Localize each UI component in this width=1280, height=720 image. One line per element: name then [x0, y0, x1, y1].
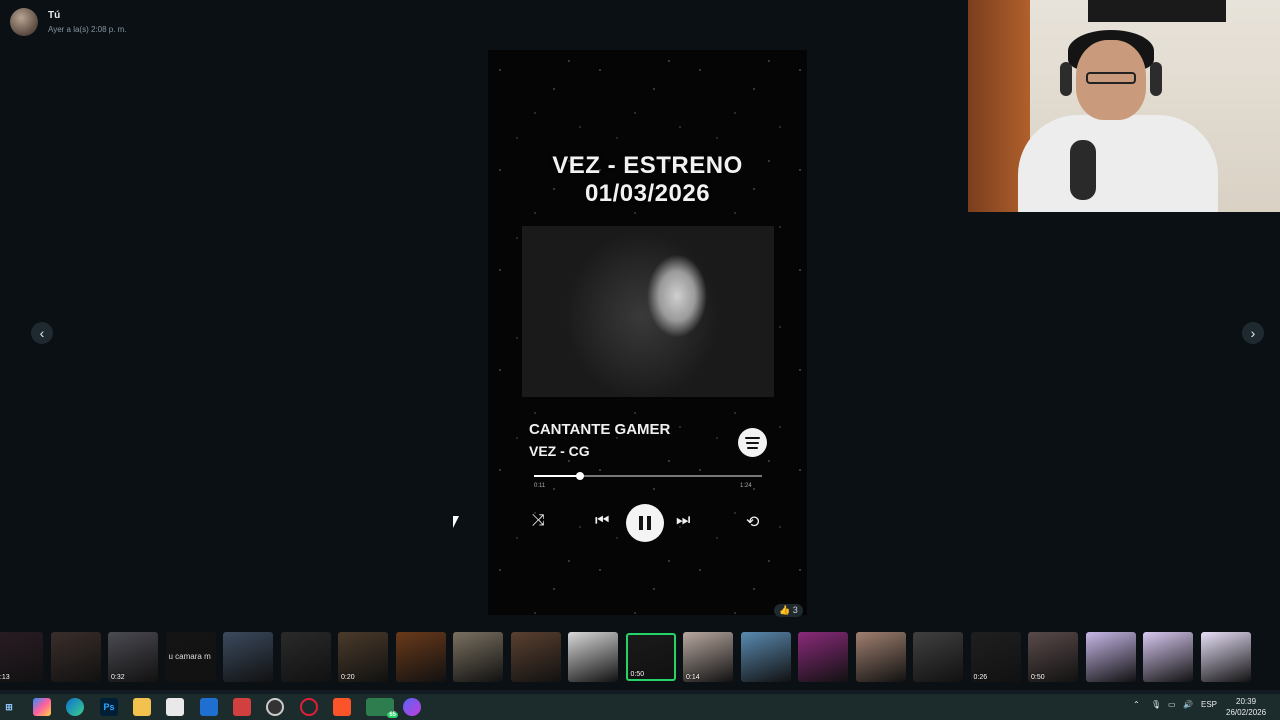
media-thumbnail[interactable] — [798, 632, 848, 682]
whatsapp-icon[interactable]: 65 — [366, 698, 398, 718]
media-thumbnail[interactable]: 1:13 — [0, 632, 43, 682]
chevron-right-icon: › — [1250, 325, 1256, 341]
media-thumbnail[interactable] — [50, 632, 101, 682]
media-thumbnail[interactable] — [1085, 632, 1136, 682]
microsoft-store-icon[interactable] — [166, 698, 184, 716]
calendar-icon[interactable] — [233, 698, 251, 716]
media-thumbnail[interactable] — [1200, 632, 1251, 682]
video-player[interactable]: VEZ - ESTRENO 01/03/2026 CANTANTE GAMER … — [488, 50, 807, 615]
avatar[interactable] — [10, 8, 38, 36]
file-explorer-icon[interactable] — [133, 698, 151, 716]
media-thumbnail[interactable] — [1143, 632, 1193, 682]
progress-fill — [534, 475, 580, 477]
clock-time: 20:39 — [1236, 697, 1257, 706]
input-language[interactable]: ESP — [1201, 700, 1217, 709]
network-icon[interactable]: ▭ — [1168, 700, 1176, 709]
media-thumbnail-strip: 1:13 0:32 u camara m 0:20 0:50 0:14 0:26 0:50 — [0, 630, 1280, 684]
webcam-overlay — [968, 0, 1280, 212]
shuffle-icon: ⤨ — [532, 512, 545, 529]
time-elapsed: 0:11 — [534, 483, 546, 489]
media-thumbnail[interactable]: 0:50 — [625, 633, 676, 681]
sender-name: Tú — [48, 10, 61, 21]
video-duration: 0:20 — [341, 674, 355, 681]
video-duration: 0:50 — [630, 671, 645, 678]
media-thumbnail[interactable] — [223, 632, 273, 682]
video-duration: 0:32 — [111, 674, 125, 681]
video-duration: 0:14 — [686, 674, 700, 681]
cover-photo — [522, 226, 774, 397]
next-track-icon: ⏭ — [676, 512, 691, 529]
media-thumbnail[interactable]: 0:32 — [108, 632, 158, 682]
artist-name: CANTANTE GAMER — [529, 421, 671, 438]
media-thumbnail[interactable] — [740, 632, 791, 682]
reaction-count: 3 — [792, 605, 798, 615]
video-duration: 1:13 — [0, 674, 10, 681]
unread-badge: 65 — [387, 712, 398, 718]
media-thumbnail[interactable] — [395, 632, 446, 682]
media-thumbnail[interactable] — [280, 632, 331, 682]
media-thumbnail[interactable]: 0:50 — [1028, 632, 1078, 682]
repeat-icon: ⟲ — [746, 514, 760, 531]
thumbs-up-icon: 👍 — [779, 605, 791, 615]
microphone-icon[interactable]: 🎙 — [1151, 700, 1161, 709]
next-media-button[interactable]: › — [1242, 322, 1264, 344]
pause-icon — [626, 504, 664, 542]
media-thumbnail[interactable]: 0:20 — [338, 632, 388, 682]
show-hidden-icons[interactable]: ⌃ — [1133, 700, 1140, 709]
steam-icon[interactable] — [266, 698, 284, 716]
discord-icon[interactable] — [403, 698, 421, 716]
volume-icon[interactable]: 🔊 — [1183, 700, 1193, 709]
edge-icon[interactable] — [66, 698, 84, 716]
song-progress-bar — [534, 472, 762, 480]
media-thumbnail[interactable] — [913, 632, 963, 682]
video-duration: 0:26 — [973, 674, 988, 681]
sender-info: Tú Ayer a la(s) 2:08 p. m. — [10, 8, 127, 36]
media-thumbnail[interactable] — [855, 632, 906, 682]
previous-track-icon: ⏮ — [595, 512, 610, 529]
outlook-icon[interactable] — [200, 698, 218, 716]
spotify-logo-icon — [738, 428, 767, 457]
system-clock[interactable]: 20:39 26/02/2026 — [1226, 696, 1266, 718]
thumbnail-caption: u camara m — [168, 652, 211, 661]
mouse-cursor-icon — [453, 516, 459, 528]
player-controls: ⤨ ⏮ ⏭ ⟲ — [488, 502, 807, 542]
windows-taskbar: ⊞ Ps 65 ⌃ 🎙 ▭ 🔊 ESP 20:39 26/02/2026 — [0, 694, 1280, 720]
media-thumbnail[interactable]: 0:14 — [683, 632, 733, 682]
start-menu-icon[interactable]: ⊞ — [0, 698, 18, 716]
progress-knob — [575, 472, 584, 480]
previous-media-button[interactable]: ‹ — [31, 322, 53, 344]
media-thumbnail[interactable] — [568, 632, 618, 682]
media-thumbnail[interactable] — [510, 632, 561, 682]
media-thumbnail[interactable]: 0:26 — [970, 632, 1021, 682]
opera-icon[interactable] — [300, 698, 318, 716]
release-date: 01/03/2026 — [584, 180, 711, 207]
time-total: 1:24 — [740, 483, 752, 489]
copilot-icon[interactable] — [33, 698, 51, 716]
release-title: VEZ - ESTRENO — [552, 152, 743, 179]
media-thumbnail[interactable]: u camara m — [165, 632, 216, 682]
media-viewer: Tú Ayer a la(s) 2:08 p. m. ‹ › VEZ - EST… — [0, 0, 1280, 690]
video-duration: 0:50 — [1031, 674, 1045, 681]
media-thumbnail[interactable] — [453, 632, 503, 682]
reaction-badge[interactable]: 👍 3 — [774, 604, 803, 617]
chevron-left-icon: ‹ — [39, 325, 45, 341]
track-name: VEZ - CG — [529, 443, 590, 459]
clock-date: 26/02/2026 — [1226, 708, 1267, 717]
photoshop-icon[interactable]: Ps — [100, 698, 118, 716]
brave-icon[interactable] — [333, 698, 351, 716]
message-timestamp: Ayer a la(s) 2:08 p. m. — [48, 25, 127, 34]
